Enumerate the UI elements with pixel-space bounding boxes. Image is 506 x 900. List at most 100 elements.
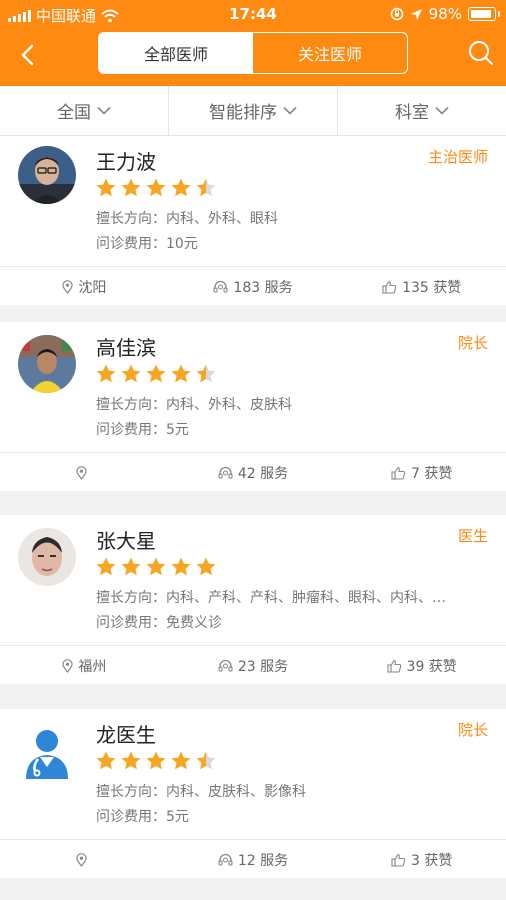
doctor-services: 23 服务 (237, 658, 289, 675)
doctor-avatar (18, 335, 76, 393)
doctor-avatar (18, 146, 76, 204)
chevron-down-icon (283, 106, 297, 115)
service-stat: 12 服务 (169, 840, 338, 879)
doctor-card[interactable]: 龙医生 院长 擅长方向：内科、皮肤科、影像科 问诊费用：5元 12 服务 3 获… (0, 709, 506, 878)
back-button[interactable] (14, 41, 42, 69)
star-half-icon (196, 178, 216, 197)
filter-department[interactable]: 科室 (338, 86, 506, 135)
rating-stars (95, 363, 217, 384)
service-stat: 183 服务 (169, 267, 338, 306)
doctor-stats: 福州 23 服务 39 获赞 (0, 645, 506, 685)
headset-icon (218, 853, 233, 866)
star-full-icon (121, 751, 141, 770)
doctor-fee: 问诊费用：5元 (96, 809, 189, 825)
headset-icon (218, 659, 233, 672)
doctor-likes: 3 获赞 (411, 852, 453, 869)
doctor-card[interactable]: 张大星 医生 擅长方向：内科、产科、产科、肿瘤科、眼科、内科、… 问诊费用：免费… (0, 515, 506, 684)
likes-stat[interactable]: 135 获赞 (337, 267, 506, 306)
doctor-card[interactable]: 高佳滨 院长 擅长方向：内科、外科、皮肤科 问诊费用：5元 42 服务 7 获赞 (0, 322, 506, 491)
doctor-fee: 问诊费用：5元 (96, 422, 189, 438)
doctor-card[interactable]: 王力波 主治医师 擅长方向：内科、外科、眼科 问诊费用：10元 沈阳 183 服… (0, 136, 506, 305)
doctor-location: 沈阳 (78, 279, 107, 296)
doctor-likes: 135 获赞 (402, 279, 462, 296)
chevron-down-icon (435, 106, 449, 115)
headset-icon (218, 466, 233, 479)
doctor-title: 院长 (457, 721, 488, 739)
location-stat (0, 453, 169, 492)
search-icon[interactable] (466, 38, 496, 68)
likes-stat[interactable]: 3 获赞 (337, 840, 506, 879)
chevron-down-icon (97, 106, 111, 115)
doctor-stats: 12 服务 3 获赞 (0, 839, 506, 879)
thumbs-up-icon (391, 853, 406, 867)
star-full-icon (121, 557, 141, 576)
star-full-icon (96, 557, 116, 576)
filter-sort[interactable]: 智能排序 (169, 86, 338, 135)
nav-bar: 全部医师 关注医师 (0, 28, 506, 86)
location-pin-icon (76, 852, 87, 867)
location-arrow-icon (410, 8, 422, 20)
doctor-specialty: 擅长方向：内科、外科、眼科 (96, 211, 278, 227)
doctor-location: 福州 (78, 658, 107, 675)
doctor-stats: 沈阳 183 服务 135 获赞 (0, 266, 506, 306)
status-bar: 中国联通 17:44 98% (0, 0, 506, 28)
location-stat: 福州 (0, 646, 169, 685)
star-full-icon (171, 178, 191, 197)
star-full-icon (96, 364, 116, 383)
doctor-name: 高佳滨 (96, 336, 156, 360)
doctor-likes: 7 获赞 (411, 465, 453, 482)
thumbs-up-icon (382, 280, 397, 294)
location-pin-icon (76, 465, 87, 480)
battery-icon (468, 7, 500, 21)
doctor-name: 张大星 (96, 529, 156, 553)
doctor-fee: 问诊费用：10元 (96, 236, 198, 252)
doctor-specialty: 擅长方向：内科、外科、皮肤科 (96, 397, 292, 413)
doctor-tab-switcher: 全部医师 关注医师 (98, 32, 408, 74)
star-full-icon (146, 557, 166, 576)
doctor-title: 主治医师 (427, 148, 488, 166)
filter-sort-label: 智能排序 (209, 103, 277, 123)
star-full-icon (171, 364, 191, 383)
star-full-icon (171, 751, 191, 770)
rating-stars (95, 556, 217, 577)
filter-bar: 全国 智能排序 科室 (0, 86, 506, 136)
tab-followed-doctors[interactable]: 关注医师 (253, 33, 407, 73)
doctor-services: 12 服务 (237, 852, 289, 869)
doctor-title: 院长 (457, 334, 488, 352)
doctor-name: 王力波 (96, 150, 156, 174)
thumbs-up-icon (391, 466, 406, 480)
star-full-icon (121, 178, 141, 197)
doctor-name: 龙医生 (96, 723, 156, 747)
star-half-icon (196, 364, 216, 383)
app-header: 中国联通 17:44 98% 全部医师 关注医师 (0, 0, 506, 86)
rating-stars (95, 750, 217, 771)
star-full-icon (121, 364, 141, 383)
doctor-title: 医生 (457, 527, 488, 545)
likes-stat[interactable]: 39 获赞 (337, 646, 506, 685)
location-stat (0, 840, 169, 879)
doctor-services: 183 服务 (233, 279, 293, 296)
doctor-avatar (18, 723, 76, 781)
doctor-services: 42 服务 (237, 465, 289, 482)
star-full-icon (171, 557, 191, 576)
battery-percent: 98% (428, 5, 462, 23)
star-full-icon (146, 364, 166, 383)
doctor-specialty: 擅长方向：内科、产科、产科、肿瘤科、眼科、内科、… (96, 590, 446, 606)
star-full-icon (146, 751, 166, 770)
doctor-avatar (18, 528, 76, 586)
doctor-fee: 问诊费用：免费义诊 (96, 615, 222, 631)
filter-region-label: 全国 (57, 103, 91, 123)
tab-all-doctors[interactable]: 全部医师 (99, 33, 253, 73)
doctor-stats: 42 服务 7 获赞 (0, 452, 506, 492)
star-full-icon (146, 178, 166, 197)
location-pin-icon (62, 279, 73, 294)
location-pin-icon (62, 658, 73, 673)
filter-region[interactable]: 全国 (0, 86, 169, 135)
star-full-icon (96, 178, 116, 197)
star-full-icon (196, 557, 216, 576)
likes-stat[interactable]: 7 获赞 (337, 453, 506, 492)
rating-stars (95, 177, 217, 198)
service-stat: 23 服务 (169, 646, 338, 685)
star-full-icon (96, 751, 116, 770)
service-stat: 42 服务 (169, 453, 338, 492)
